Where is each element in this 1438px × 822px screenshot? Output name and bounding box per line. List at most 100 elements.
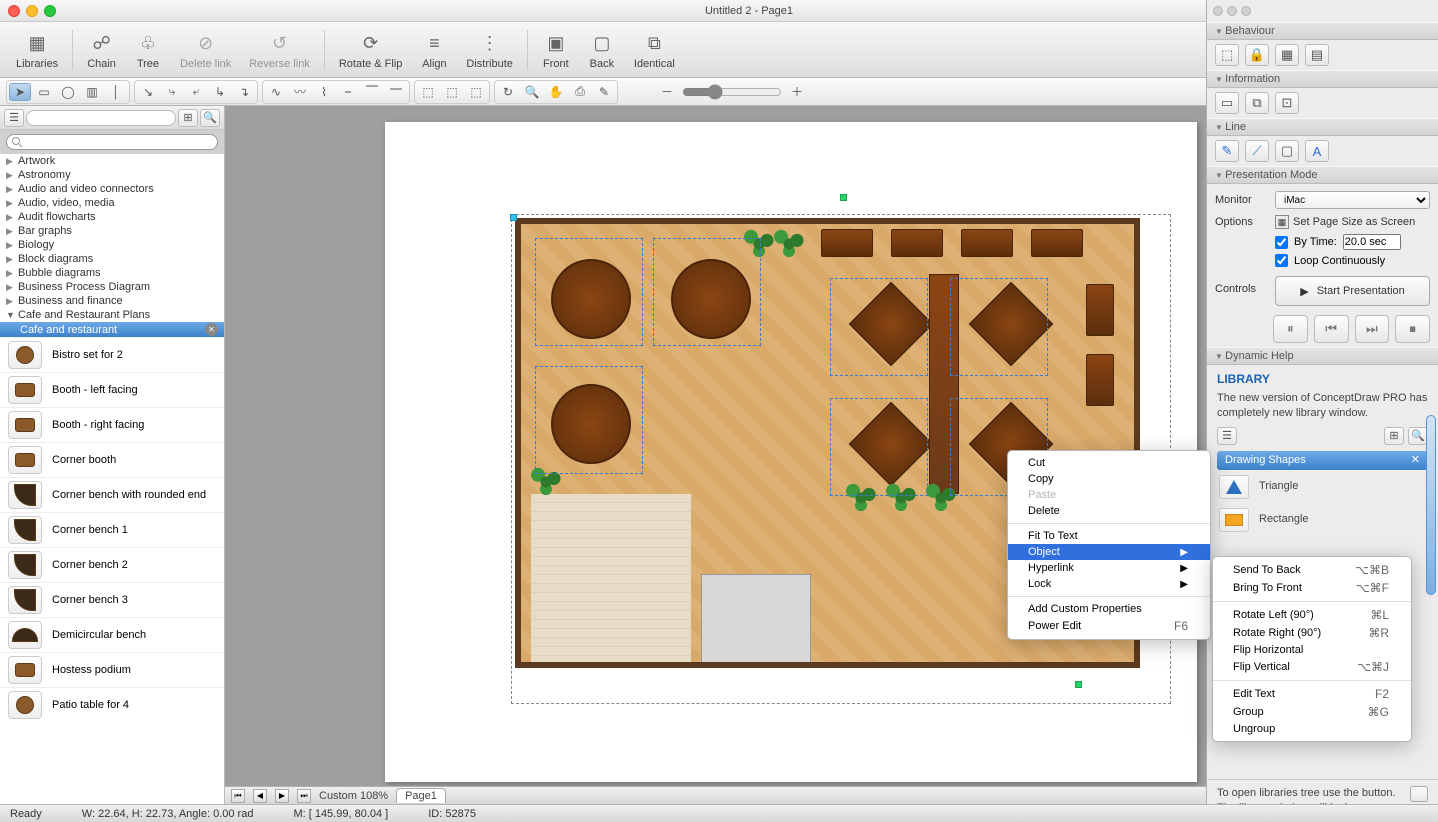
ctx-fit[interactable]: Fit To Text	[1008, 528, 1210, 544]
help-open-tree-icon[interactable]	[1410, 786, 1428, 802]
back-button[interactable]: ▢Back	[580, 28, 624, 72]
section-presentation[interactable]: Presentation Mode	[1207, 166, 1438, 184]
page-last[interactable]: ⏭	[297, 789, 311, 803]
help-tree-btn[interactable]: ☰	[1217, 427, 1237, 445]
page-prev[interactable]: ◀	[253, 789, 267, 803]
library-search-input[interactable]	[6, 134, 218, 150]
curve2-tool[interactable]: 〰	[289, 83, 311, 101]
booth[interactable]	[1086, 284, 1114, 336]
ctx-edit-text[interactable]: Edit TextF2	[1213, 685, 1411, 703]
tree-item[interactable]: ▶Biology	[0, 238, 224, 252]
identical-button[interactable]: ⧉Identical	[626, 28, 683, 72]
zoom-slider[interactable]	[682, 84, 782, 100]
ctx-flip-v[interactable]: Flip Vertical⌥⌘J	[1213, 658, 1411, 676]
loop-checkbox[interactable]	[1275, 254, 1288, 267]
next-slide-button[interactable]: ⏭	[1355, 315, 1390, 343]
tree-item-cafe-selected[interactable]: Cafe and restaurant	[0, 322, 224, 337]
delete-link-button[interactable]: ⊘Delete link	[172, 28, 239, 72]
connector2-tool[interactable]: ⤷	[161, 83, 183, 101]
group2-tool[interactable]: ⬚	[441, 83, 463, 101]
tree-item[interactable]: ▶Block diagrams	[0, 252, 224, 266]
section-line[interactable]: Line	[1207, 118, 1438, 136]
ctx-send-back[interactable]: Send To Back⌥⌘B	[1213, 561, 1411, 579]
group3-tool[interactable]: ⬚	[465, 83, 487, 101]
library-tree[interactable]: ▶Artwork▶Astronomy▶Audio and video conne…	[0, 154, 224, 804]
booth[interactable]	[821, 229, 873, 257]
ctx-add-custom[interactable]: Add Custom Properties	[1008, 601, 1210, 617]
connector1-tool[interactable]: ↘	[137, 83, 159, 101]
print-tool[interactable]: ⎙	[569, 83, 591, 101]
library-grid-view[interactable]: ⊞	[178, 109, 198, 127]
ctx-hyperlink[interactable]: Hyperlink▶	[1008, 560, 1210, 576]
ctx-lock[interactable]: Lock▶	[1008, 576, 1210, 592]
shape-item[interactable]: Corner bench with rounded end	[0, 477, 224, 512]
section-behaviour[interactable]: Behaviour	[1207, 22, 1438, 40]
context-menu[interactable]: Cut Copy Paste Delete Fit To Text Object…	[1007, 450, 1211, 640]
ctx-rotate-right[interactable]: Rotate Right (90°)⌘R	[1213, 624, 1411, 642]
monitor-select[interactable]: iMac	[1275, 191, 1430, 209]
shape-item[interactable]: Hostess podium	[0, 652, 224, 687]
ctx-flip-h[interactable]: Flip Horizontal	[1213, 642, 1411, 658]
tree-item[interactable]: ▶Bar graphs	[0, 224, 224, 238]
behaviour-btn1[interactable]: ⬚	[1215, 44, 1239, 66]
page-tab[interactable]: Page1	[396, 788, 446, 803]
curve4-tool[interactable]: ⎯	[337, 83, 359, 101]
tree-button[interactable]: ♧Tree	[126, 28, 170, 72]
rotate-flip-button[interactable]: ⟳Rotate & Flip	[331, 28, 411, 72]
tree-item[interactable]: ▶Business and finance	[0, 294, 224, 308]
line-paint-btn[interactable]: ⟋	[1245, 140, 1269, 162]
eyedropper-tool[interactable]: ✎	[593, 83, 615, 101]
ctx-delete[interactable]: Delete	[1008, 503, 1210, 519]
pause-button[interactable]: ⏸	[1273, 315, 1308, 343]
shape-item[interactable]: Booth - left facing	[0, 372, 224, 407]
distribute-button[interactable]: ⋮Distribute	[458, 28, 520, 72]
help-scrollbar[interactable]	[1426, 415, 1436, 595]
help-shapes-header[interactable]: Drawing Shapes✕	[1217, 451, 1428, 470]
page-first[interactable]: ⏮	[231, 789, 245, 803]
connector4-tool[interactable]: ↳	[209, 83, 231, 101]
shape-item[interactable]: Corner bench 3	[0, 582, 224, 617]
tree-item[interactable]: ▶Audio, video, media	[0, 196, 224, 210]
zoom-button[interactable]	[44, 5, 56, 17]
tree-item[interactable]: ▶Business Process Diagram	[0, 280, 224, 294]
group1-tool[interactable]: ⬚	[417, 83, 439, 101]
minimize-button[interactable]	[26, 5, 38, 17]
hand-tool[interactable]: ✋	[545, 83, 567, 101]
booth[interactable]	[891, 229, 943, 257]
info-btn2[interactable]: ⧉	[1245, 92, 1269, 114]
behaviour-btn4[interactable]: ▤	[1305, 44, 1329, 66]
ctx-object[interactable]: Object▶	[1008, 544, 1210, 560]
ctx-bring-front[interactable]: Bring To Front⌥⌘F	[1213, 579, 1411, 597]
help-shape-triangle[interactable]: Triangle	[1217, 470, 1428, 503]
shape-item[interactable]: Corner bench 2	[0, 547, 224, 582]
curve5-tool[interactable]: ⎺	[361, 83, 383, 101]
line-fill-btn[interactable]: ▢	[1275, 140, 1299, 162]
context-submenu-object[interactable]: Send To Back⌥⌘B Bring To Front⌥⌘F Rotate…	[1212, 556, 1412, 742]
pointer-tool[interactable]: ➤	[9, 83, 31, 101]
chain-button[interactable]: ☍Chain	[79, 28, 124, 72]
zoom-in-button[interactable]: ＋	[786, 83, 808, 101]
connector5-tool[interactable]: ↴	[233, 83, 255, 101]
page-next[interactable]: ▶	[275, 789, 289, 803]
booth[interactable]	[1031, 229, 1083, 257]
shape-item[interactable]: Corner booth	[0, 442, 224, 477]
front-button[interactable]: ▣Front	[534, 28, 578, 72]
booth[interactable]	[961, 229, 1013, 257]
bytime-checkbox[interactable]	[1275, 236, 1288, 249]
ctx-rotate-left[interactable]: Rotate Left (90°)⌘L	[1213, 606, 1411, 624]
tree-item[interactable]: ▶Audit flowcharts	[0, 210, 224, 224]
curve6-tool[interactable]: ⎻	[385, 83, 407, 101]
section-dynamic-help[interactable]: Dynamic Help	[1207, 347, 1438, 365]
libraries-button[interactable]: ▦Libraries	[8, 28, 66, 72]
library-search-button[interactable]: 🔍	[200, 109, 220, 127]
line-pen-btn[interactable]: ✎	[1215, 140, 1239, 162]
tree-item[interactable]: ▶Artwork	[0, 154, 224, 168]
refresh-tool[interactable]: ↻	[497, 83, 519, 101]
behaviour-btn3[interactable]: ▦	[1275, 44, 1299, 66]
magnify-tool[interactable]: 🔍	[521, 83, 543, 101]
help-grid-btn[interactable]: ⊞	[1384, 427, 1404, 445]
ctx-power-edit[interactable]: Power EditF6	[1008, 617, 1210, 635]
ctx-group[interactable]: Group⌘G	[1213, 703, 1411, 721]
shape-item[interactable]: Bistro set for 2	[0, 337, 224, 372]
ctx-cut[interactable]: Cut	[1008, 455, 1210, 471]
